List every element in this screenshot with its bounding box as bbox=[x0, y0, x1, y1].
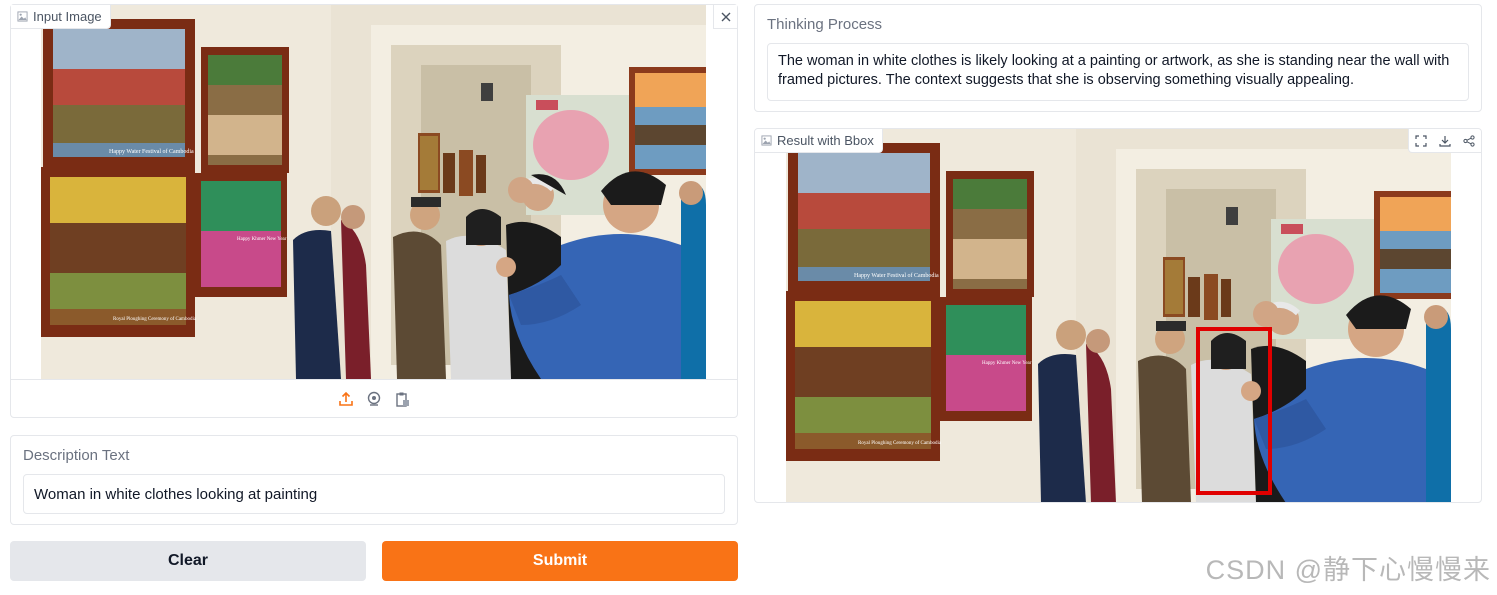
thinking-text: The woman in white clothes is likely loo… bbox=[767, 43, 1469, 101]
input-image-label: Input Image bbox=[33, 9, 102, 24]
thinking-label: Thinking Process bbox=[767, 16, 883, 33]
upload-button[interactable] bbox=[337, 390, 355, 408]
gallery-scene: Happy Water Festival of Cambodia Royal P… bbox=[41, 5, 706, 379]
result-panel: Result with Bbox Happy Water Festival of… bbox=[754, 128, 1482, 503]
fullscreen-icon bbox=[1415, 134, 1427, 147]
watermark: CSDN @静下心慢慢来 bbox=[1205, 555, 1491, 585]
close-icon bbox=[721, 12, 730, 21]
clipboard-icon bbox=[396, 392, 409, 407]
download-button[interactable] bbox=[1433, 129, 1457, 152]
submit-button[interactable]: Submit bbox=[382, 541, 738, 581]
thinking-panel: Thinking Process The woman in white clot… bbox=[754, 4, 1482, 112]
webcam-button[interactable] bbox=[365, 390, 383, 408]
description-label: Description Text bbox=[23, 447, 130, 464]
result-photo[interactable]: Happy Water Festival of Cambodia Royal P… bbox=[786, 129, 1451, 502]
painting-caption: Happy Water Festival of Cambodia bbox=[109, 148, 194, 155]
painting-caption-3: Royal Ploughing Ceremony of Cambodia bbox=[113, 317, 197, 322]
result-label: Result with Bbox bbox=[777, 133, 874, 148]
result-gallery-scene: Happy Water Festival of Cambodia Royal P… bbox=[786, 129, 1451, 502]
image-icon bbox=[761, 135, 772, 146]
webcam-icon bbox=[367, 391, 381, 406]
input-image-panel: Input Image Happy Water Festival of Camb… bbox=[10, 4, 738, 418]
description-input[interactable] bbox=[23, 474, 725, 514]
painting-caption-2: Happy Khmer New Year bbox=[237, 237, 287, 242]
clear-image-button[interactable] bbox=[713, 5, 737, 29]
clipboard-button[interactable] bbox=[393, 390, 411, 408]
fullscreen-button[interactable] bbox=[1409, 129, 1433, 152]
result-painting-caption: Happy Water Festival of Cambodia bbox=[854, 272, 939, 279]
result-painting-caption-3: Royal Ploughing Ceremony of Cambodia bbox=[858, 441, 942, 446]
input-image-tag: Input Image bbox=[11, 5, 111, 29]
image-icon bbox=[17, 11, 28, 22]
input-photo[interactable]: Happy Water Festival of Cambodia Royal P… bbox=[41, 5, 706, 379]
clear-button[interactable]: Clear bbox=[10, 541, 366, 581]
description-panel: Description Text bbox=[10, 435, 738, 525]
share-button[interactable] bbox=[1457, 129, 1481, 152]
upload-icon bbox=[339, 391, 353, 406]
share-icon bbox=[1463, 134, 1475, 147]
result-tag: Result with Bbox bbox=[755, 129, 883, 153]
download-icon bbox=[1439, 135, 1451, 147]
result-painting-caption-2: Happy Khmer New Year bbox=[982, 361, 1032, 366]
result-toolbar bbox=[1408, 129, 1481, 153]
image-source-bar bbox=[11, 379, 737, 417]
